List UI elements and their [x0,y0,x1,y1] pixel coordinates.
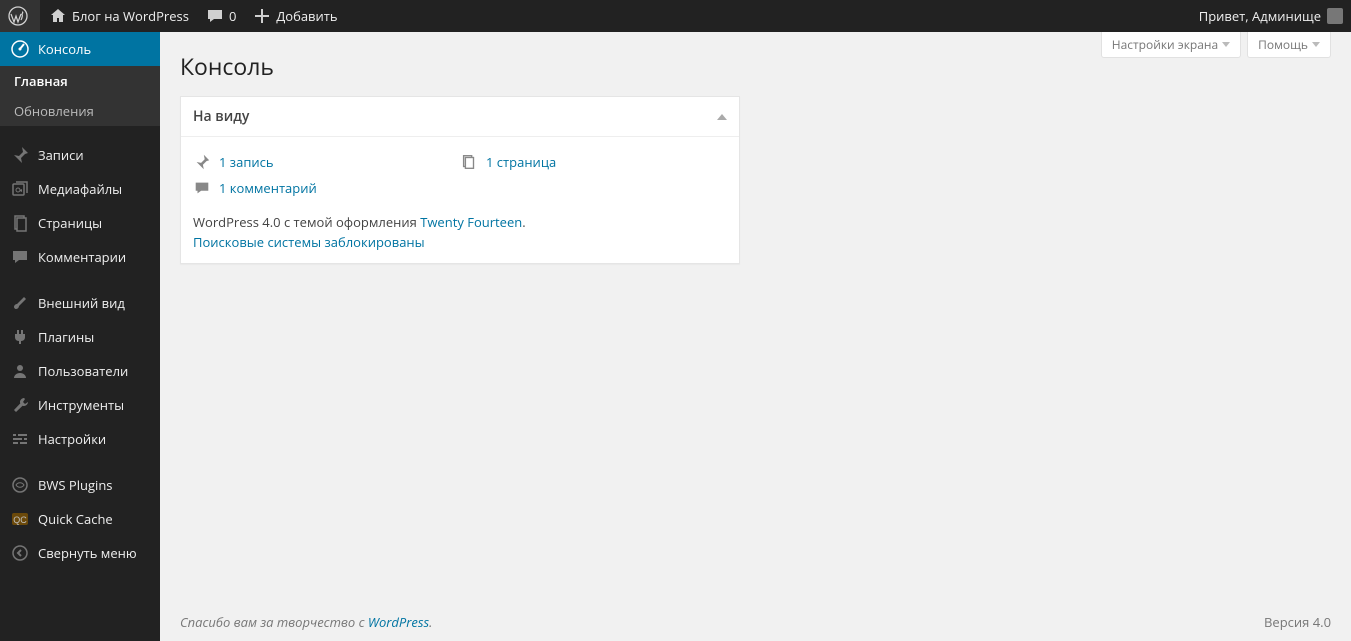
menu-dashboard[interactable]: Консоль [0,32,160,66]
comments-link[interactable]: 1 комментарий [219,179,317,197]
comment-icon [193,179,211,197]
footer-thanks: Спасибо вам за творчество с WordPress. [180,613,432,631]
sliders-icon [10,429,30,449]
plug-icon [10,327,30,347]
posts-link[interactable]: 1 запись [219,153,274,171]
menu-tools[interactable]: Инструменты [0,388,160,422]
collapse-icon [10,543,30,563]
at-a-glance-widget: На виду 1 запись 1 страница 1 комментари… [180,96,740,264]
glance-pages: 1 страница [460,149,727,175]
menu-label: Внешний вид [38,294,125,312]
add-new-link[interactable]: Добавить [244,0,345,32]
dashboard-icon [10,39,30,59]
header-tabs: Настройки экрана Помощь [1101,32,1331,58]
menu-users[interactable]: Пользователи [0,354,160,388]
widget-header[interactable]: На виду [181,97,739,137]
menu-posts[interactable]: Записи [0,138,160,172]
search-blocked: Поисковые системы заблокированы [193,233,727,251]
theme-info: WordPress 4.0 с темой оформления Twenty … [193,213,727,231]
svg-text:QC: QC [13,515,27,525]
admin-bar: Блог на WordPress 0 Добавить Привет, Адм… [0,0,1351,32]
menu-pages[interactable]: Страницы [0,206,160,240]
submenu-updates[interactable]: Обновления [0,96,160,126]
bws-icon [10,475,30,495]
chevron-down-icon [1312,42,1320,47]
menu-label: Quick Cache [38,510,113,528]
theme-suffix: . [522,213,525,231]
comments-count: 0 [229,7,236,25]
help-tab[interactable]: Помощь [1247,32,1331,58]
comment-icon [205,6,225,26]
menu-comments[interactable]: Комментарии [0,240,160,274]
menu-label: Пользователи [38,362,128,380]
menu-quickcache[interactable]: QC Quick Cache [0,502,160,536]
menu-collapse[interactable]: Свернуть меню [0,536,160,570]
admin-menu: Консоль Главная Обновления Записи Медиаф… [0,32,160,641]
chevron-down-icon [1222,42,1230,47]
menu-label: BWS Plugins [38,476,113,494]
pin-icon [193,153,211,171]
separator [0,274,160,286]
user-icon [10,361,30,381]
separator [0,456,160,468]
wordpress-icon [8,6,28,26]
add-new-label: Добавить [276,7,337,25]
content-area: Настройки экрана Помощь Консоль На виду … [160,32,1351,641]
menu-media[interactable]: Медиафайлы [0,172,160,206]
menu-label: Медиафайлы [38,180,122,198]
screen-options-tab[interactable]: Настройки экрана [1101,32,1241,58]
widget-title: На виду [193,107,249,126]
menu-settings[interactable]: Настройки [0,422,160,456]
footer-thanks-suffix: . [429,613,432,631]
screen-options-label: Настройки экрана [1112,36,1218,53]
menu-label: Инструменты [38,396,124,414]
theme-link[interactable]: Twenty Fourteen [420,213,522,231]
separator [0,126,160,138]
menu-label: Страницы [38,214,102,232]
search-blocked-link[interactable]: Поисковые системы заблокированы [193,233,425,251]
site-name-link[interactable]: Блог на WordPress [40,0,197,32]
pin-icon [10,145,30,165]
menu-label: Комментарии [38,248,126,266]
menu-plugins[interactable]: Плагины [0,320,160,354]
menu-label: Свернуть меню [38,544,137,562]
comments-link[interactable]: 0 [197,0,244,32]
theme-prefix: WordPress 4.0 с темой оформления [193,213,420,231]
comment-icon [10,247,30,267]
menu-label: Записи [38,146,84,164]
footer-version: Версия 4.0 [1264,613,1331,631]
footer-thanks-prefix: Спасибо вам за творчество с [180,613,368,631]
wrench-icon [10,395,30,415]
chevron-up-icon[interactable] [717,114,727,120]
glance-comments: 1 комментарий [193,175,727,201]
site-name: Блог на WordPress [72,7,189,25]
user-greeting[interactable]: Привет, Админище [1191,0,1351,32]
wp-logo[interactable] [0,0,40,32]
footer-wp-link[interactable]: WordPress [368,613,429,631]
pages-icon [10,213,30,233]
brush-icon [10,293,30,313]
media-icon [10,179,30,199]
pages-link[interactable]: 1 страница [486,153,556,171]
widget-body: 1 запись 1 страница 1 комментарий WordPr… [181,137,739,263]
menu-label: Консоль [38,40,91,58]
submenu-dashboard: Главная Обновления [0,66,160,126]
avatar [1327,8,1343,24]
plus-icon [252,6,272,26]
menu-label: Плагины [38,328,94,346]
menu-label: Настройки [38,430,106,448]
footer: Спасибо вам за творчество с WordPress. В… [160,603,1351,641]
glance-posts: 1 запись [193,149,460,175]
quickcache-icon: QC [10,509,30,529]
submenu-home[interactable]: Главная [0,66,160,96]
menu-appearance[interactable]: Внешний вид [0,286,160,320]
menu-bws[interactable]: BWS Plugins [0,468,160,502]
pages-icon [460,153,478,171]
home-icon [48,6,68,26]
greeting-text: Привет, Админище [1199,7,1321,25]
help-label: Помощь [1258,36,1308,53]
